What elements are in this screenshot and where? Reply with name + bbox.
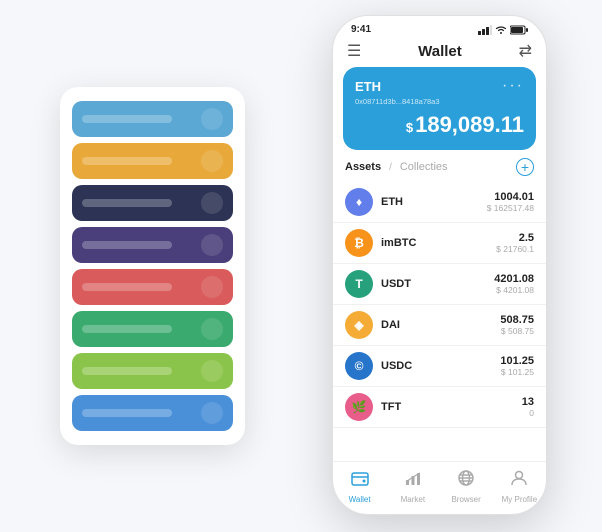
battery-icon <box>510 25 528 35</box>
phone-mockup: 9:41 ☰ Wallet ⇄ <box>332 15 547 515</box>
card-item-0[interactable] <box>72 101 233 137</box>
tab-collecties[interactable]: Collecties <box>400 161 448 173</box>
nav-item-wallet[interactable]: Wallet <box>333 468 386 504</box>
nav-person-icon <box>509 468 529 493</box>
asset-icon-usdt: T <box>345 270 373 298</box>
card-item-2[interactable] <box>72 185 233 221</box>
time: 9:41 <box>351 24 371 35</box>
asset-name-eth: ETH <box>381 196 487 208</box>
eth-currency-symbol: $ <box>406 120 413 135</box>
asset-row[interactable]: ♦ ETH1004.01$ 162517.48 <box>333 182 546 223</box>
eth-card[interactable]: ETH ··· 0x08711d3b...8418a78a3 $189,089.… <box>343 67 536 150</box>
card-item-5[interactable] <box>72 311 233 347</box>
menu-icon[interactable]: ☰ <box>347 41 361 61</box>
assets-header: Assets / Collecties + <box>333 158 546 182</box>
asset-amounts-usdc: 101.25$ 101.25 <box>500 355 534 377</box>
tab-assets[interactable]: Assets <box>345 161 381 173</box>
asset-name-tft: TFT <box>381 401 522 413</box>
asset-usd-value: 0 <box>522 408 534 418</box>
card-item-1[interactable] <box>72 143 233 179</box>
nav-item-market[interactable]: Market <box>386 468 439 504</box>
status-bar: 9:41 <box>333 16 546 39</box>
asset-usd-value: $ 21760.1 <box>496 244 534 254</box>
asset-icon-imbtc: ₿ <box>345 229 373 257</box>
nav-label: Market <box>401 495 425 504</box>
eth-card-header: ETH ··· <box>355 77 524 95</box>
wifi-icon <box>495 25 507 35</box>
asset-row[interactable]: 🌿 TFT130 <box>333 387 546 428</box>
signal-icon <box>478 25 492 35</box>
asset-amounts-dai: 508.75$ 508.75 <box>500 314 534 336</box>
asset-name-usdc: USDC <box>381 360 500 372</box>
card-item-6[interactable] <box>72 353 233 389</box>
asset-usd-value: $ 4201.08 <box>494 285 534 295</box>
asset-list: ♦ ETH1004.01$ 162517.48 ₿ imBTC2.5$ 21760.1… <box>333 182 546 461</box>
asset-row[interactable]: © USDC101.25$ 101.25 <box>333 346 546 387</box>
asset-name-dai: DAI <box>381 319 500 331</box>
asset-amounts-imbtc: 2.5$ 21760.1 <box>496 232 534 254</box>
eth-card-title: ETH <box>355 79 381 94</box>
card-item-4[interactable] <box>72 269 233 305</box>
asset-row[interactable]: ◈ DAI508.75$ 508.75 <box>333 305 546 346</box>
card-item-3[interactable] <box>72 227 233 263</box>
asset-icon-dai: ◈ <box>345 311 373 339</box>
nav-globe-icon <box>456 468 476 493</box>
asset-name-imbtc: imBTC <box>381 237 496 249</box>
asset-amount-value: 4201.08 <box>494 273 534 285</box>
asset-icon-eth: ♦ <box>345 188 373 216</box>
nav-label: Wallet <box>349 495 371 504</box>
asset-icon-usdc: © <box>345 352 373 380</box>
asset-usd-value: $ 162517.48 <box>487 203 534 213</box>
asset-row[interactable]: T USDT4201.08$ 4201.08 <box>333 264 546 305</box>
nav-item-my-profile[interactable]: My Profile <box>493 468 546 504</box>
asset-usd-value: $ 101.25 <box>500 367 534 377</box>
asset-amount-value: 1004.01 <box>487 191 534 203</box>
nav-label: My Profile <box>502 495 538 504</box>
asset-usd-value: $ 508.75 <box>500 326 534 336</box>
asset-amount-value: 508.75 <box>500 314 534 326</box>
assets-tabs: Assets / Collecties <box>345 161 448 173</box>
bottom-nav: Wallet Market Browser My Profile <box>333 461 546 514</box>
status-icons <box>478 25 528 35</box>
card-stack <box>60 87 245 445</box>
add-asset-button[interactable]: + <box>516 158 534 176</box>
asset-row[interactable]: ₿ imBTC2.5$ 21760.1 <box>333 223 546 264</box>
asset-amounts-tft: 130 <box>522 396 534 418</box>
eth-balance: $189,089.11 <box>355 112 524 138</box>
card-item-7[interactable] <box>72 395 233 431</box>
asset-amount-value: 2.5 <box>496 232 534 244</box>
asset-amount-value: 13 <box>522 396 534 408</box>
asset-icon-tft: 🌿 <box>345 393 373 421</box>
phone-header: ☰ Wallet ⇄ <box>333 39 546 67</box>
eth-address: 0x08711d3b...8418a78a3 <box>355 97 524 106</box>
eth-balance-value: 189,089.11 <box>415 112 524 137</box>
nav-item-browser[interactable]: Browser <box>440 468 493 504</box>
scan-icon[interactable]: ⇄ <box>519 41 532 61</box>
header-title: Wallet <box>418 43 462 60</box>
asset-amounts-usdt: 4201.08$ 4201.08 <box>494 273 534 295</box>
tab-separator: / <box>389 162 392 173</box>
nav-chart-icon <box>403 468 423 493</box>
eth-card-dots[interactable]: ··· <box>502 77 524 95</box>
asset-amounts-eth: 1004.01$ 162517.48 <box>487 191 534 213</box>
nav-label: Browser <box>451 495 480 504</box>
asset-name-usdt: USDT <box>381 278 494 290</box>
nav-wallet-icon <box>350 468 370 493</box>
asset-amount-value: 101.25 <box>500 355 534 367</box>
